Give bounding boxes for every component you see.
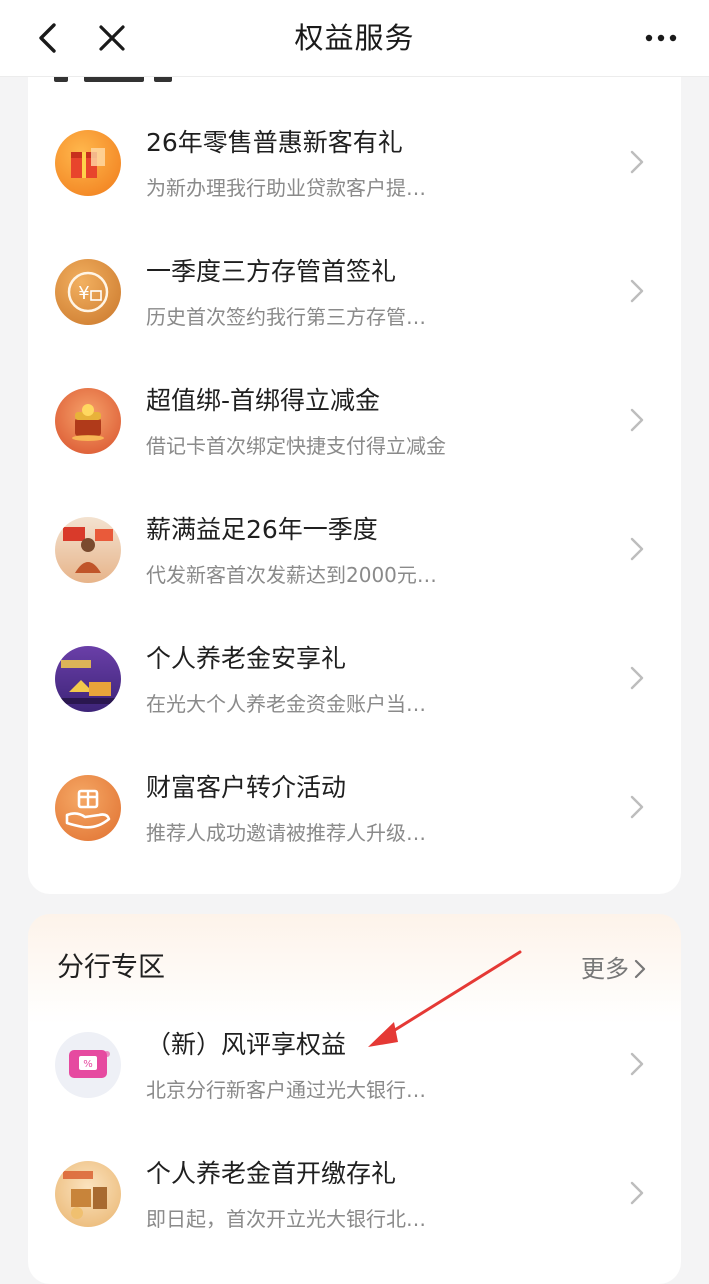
pension-gift-icon — [55, 1161, 121, 1227]
coupon-icon: % — [55, 1032, 121, 1098]
svg-text:%: % — [83, 1059, 93, 1070]
branch-item[interactable]: % （新）风评享权益 北京分行新客户通过光大银行… — [28, 1006, 681, 1135]
benefit-item[interactable]: 超值绑-首绑得立减金 借记卡首次绑定快捷支付得立减金 — [28, 362, 681, 491]
branch-zone-card: 分行专区 更多 % （新）风评享权益 北京分行新客户通过光大银行… 个人养老金首… — [28, 914, 681, 1284]
chevron-right-icon — [630, 795, 644, 819]
page-title: 权益服务 — [294, 21, 415, 55]
item-desc: 在光大个人养老金资金账户当… — [146, 692, 426, 716]
chevron-right-icon — [630, 150, 644, 174]
benefit-item[interactable]: 26年零售普惠新客有礼 为新办理我行助业贷款客户提… — [28, 104, 681, 233]
item-desc: 历史首次签约我行第三方存管… — [146, 305, 426, 329]
more-dots-icon — [645, 34, 677, 42]
benefit-item[interactable]: 财富客户转介活动 推荐人成功邀请被推荐人升级… — [28, 749, 681, 878]
benefits-card: 26年零售普惠新客有礼 为新办理我行助业贷款客户提… ¥ 一季度三方存管首签礼 … — [28, 40, 681, 894]
svg-text:¥: ¥ — [78, 283, 89, 304]
pension-banner-icon — [55, 646, 121, 712]
item-title: 个人养老金首开缴存礼 — [146, 1159, 397, 1188]
hand-gift-icon — [55, 775, 121, 841]
more-menu-button[interactable] — [641, 18, 681, 58]
item-title: 薪满益足26年一季度 — [146, 515, 378, 544]
chevron-right-icon — [630, 279, 644, 303]
chevron-right-icon — [630, 537, 644, 561]
chevron-right-icon — [630, 1181, 644, 1205]
more-label: 更多 — [581, 955, 629, 983]
branch-item[interactable]: 个人养老金首开缴存礼 即日起，首次开立光大银行北… — [28, 1135, 681, 1264]
chevron-right-icon — [634, 959, 646, 979]
benefit-item[interactable]: 薪满益足26年一季度 代发新客首次发薪达到2000元… — [28, 491, 681, 620]
treasure-chest-icon — [55, 388, 121, 454]
item-desc: 北京分行新客户通过光大银行… — [146, 1078, 426, 1102]
annotation-arrow-icon — [368, 950, 522, 1047]
item-desc: 代发新客首次发薪达到2000元… — [146, 563, 437, 587]
item-title: 一季度三方存管首签礼 — [146, 257, 397, 286]
chevron-right-icon — [630, 1052, 644, 1076]
item-title: （新）风评享权益 — [146, 1030, 347, 1059]
nav-bar: 权益服务 — [0, 0, 709, 77]
benefit-item[interactable]: ¥ 一季度三方存管首签礼 历史首次签约我行第三方存管… — [28, 233, 681, 362]
chevron-right-icon — [630, 666, 644, 690]
chevron-right-icon — [630, 408, 644, 432]
item-desc: 借记卡首次绑定快捷支付得立减金 — [146, 434, 446, 458]
more-link[interactable]: 更多 — [581, 952, 647, 986]
item-title: 超值绑-首绑得立减金 — [146, 386, 381, 415]
item-desc: 即日起，首次开立光大银行北… — [146, 1207, 426, 1231]
item-desc: 为新办理我行助业贷款客户提… — [146, 176, 426, 200]
item-desc: 推荐人成功邀请被推荐人升级… — [146, 821, 426, 845]
benefit-item[interactable]: 个人养老金安享礼 在光大个人养老金资金账户当… — [28, 620, 681, 749]
person-promo-icon — [55, 517, 121, 583]
yuan-coin-icon: ¥ — [55, 259, 121, 325]
gift-box-icon — [55, 130, 121, 196]
item-title: 财富客户转介活动 — [146, 773, 347, 802]
item-title: 个人养老金安享礼 — [146, 644, 347, 673]
section-title: 分行专区 — [57, 952, 165, 983]
item-title: 26年零售普惠新客有礼 — [146, 128, 403, 157]
